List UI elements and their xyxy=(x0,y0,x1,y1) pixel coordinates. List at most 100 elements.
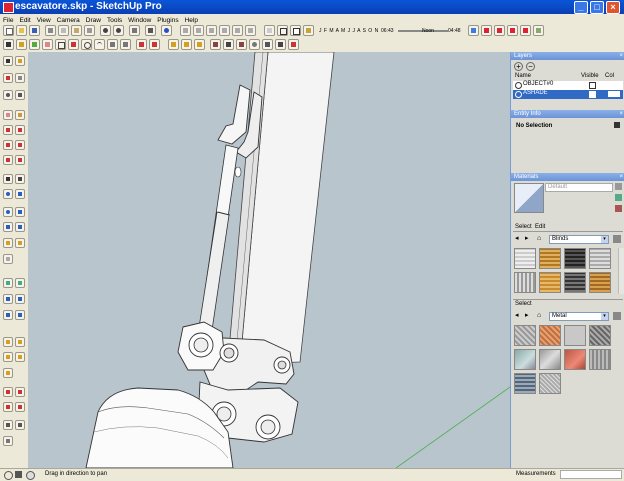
material-swatch[interactable] xyxy=(564,248,586,269)
freehand-icon[interactable] xyxy=(120,39,131,50)
freehand-tool-icon[interactable] xyxy=(15,73,25,83)
follow-me-icon[interactable] xyxy=(181,39,192,50)
scale-icon[interactable] xyxy=(194,39,205,50)
sample-paint-icon[interactable] xyxy=(615,205,622,212)
active-layer-radio[interactable] xyxy=(515,82,522,89)
warehouse-icon[interactable] xyxy=(3,402,13,412)
left-view-icon[interactable] xyxy=(245,25,256,36)
select-icon[interactable] xyxy=(3,56,13,66)
material-swatch[interactable] xyxy=(564,349,586,370)
line-icon[interactable] xyxy=(68,39,79,50)
styles-icon[interactable] xyxy=(520,25,531,36)
zoom-tool-icon[interactable] xyxy=(3,207,13,217)
material-category-select[interactable]: Blinds ▾ xyxy=(549,235,609,244)
undo-icon[interactable] xyxy=(100,25,111,36)
material-swatch[interactable] xyxy=(539,325,561,346)
share-model-icon[interactable] xyxy=(15,402,25,412)
union-icon[interactable] xyxy=(15,352,25,362)
axes-icon[interactable] xyxy=(275,39,286,50)
section-plane-icon[interactable] xyxy=(3,278,13,288)
xray-icon[interactable] xyxy=(264,25,275,36)
layers-col-name[interactable]: Name xyxy=(515,73,531,79)
material-swatch[interactable] xyxy=(514,349,536,370)
cut-icon[interactable] xyxy=(45,25,56,36)
material-swatch[interactable] xyxy=(589,248,611,269)
right-view-icon[interactable] xyxy=(219,25,230,36)
home-icon[interactable]: ⌂ xyxy=(537,235,545,243)
components-icon[interactable] xyxy=(507,25,518,36)
offset-tool-icon[interactable] xyxy=(15,155,25,165)
orbit-tool-icon[interactable] xyxy=(3,189,13,199)
back-arrow-icon[interactable]: ◂ xyxy=(515,235,523,243)
arc-icon[interactable] xyxy=(94,39,105,50)
paste-icon[interactable] xyxy=(71,25,82,36)
wireframe-icon[interactable] xyxy=(277,25,288,36)
scrollbar[interactable] xyxy=(618,248,624,294)
position-camera-icon[interactable] xyxy=(3,238,13,248)
home-icon[interactable]: ⌂ xyxy=(537,312,545,320)
geo-location-icon[interactable] xyxy=(3,387,13,397)
paint-bucket-icon[interactable] xyxy=(29,39,40,50)
layer-manager-icon[interactable] xyxy=(468,25,479,36)
make-component-icon[interactable] xyxy=(16,39,27,50)
model-info-icon[interactable] xyxy=(145,25,156,36)
iso-view-icon[interactable] xyxy=(180,25,191,36)
active-layer-radio[interactable] xyxy=(515,91,522,98)
paint-tool-icon[interactable] xyxy=(15,110,25,120)
line-tool-icon[interactable] xyxy=(3,73,13,83)
move-icon[interactable] xyxy=(136,39,147,50)
details-icon[interactable] xyxy=(614,122,620,128)
shaded-icon[interactable] xyxy=(303,25,314,36)
previous-view-icon[interactable] xyxy=(15,222,25,232)
save-icon[interactable] xyxy=(29,25,40,36)
tape-measure-icon[interactable] xyxy=(223,39,234,50)
details-icon[interactable] xyxy=(613,235,621,243)
top-view-icon[interactable] xyxy=(193,25,204,36)
material-swatch[interactable] xyxy=(564,272,586,293)
toggle-terrain-icon[interactable] xyxy=(15,387,25,397)
sandbox-icon[interactable] xyxy=(15,278,25,288)
open-folder-icon[interactable] xyxy=(16,25,27,36)
dimension-icon[interactable] xyxy=(236,39,247,50)
copy-icon[interactable] xyxy=(58,25,69,36)
credits-icon[interactable] xyxy=(15,471,22,478)
create-material-icon[interactable] xyxy=(615,194,622,201)
back-arrow-icon[interactable]: ◂ xyxy=(515,312,523,320)
circle-tool-icon[interactable] xyxy=(3,90,13,100)
arc-tool-icon[interactable] xyxy=(15,90,25,100)
intersect-icon[interactable] xyxy=(3,352,13,362)
shadow-months[interactable]: J F M A M J J A S O N D xyxy=(319,26,379,44)
redo-icon[interactable] xyxy=(113,25,124,36)
material-swatch[interactable] xyxy=(539,349,561,370)
dimension-tool-icon[interactable] xyxy=(15,174,25,184)
chevron-down-icon[interactable]: ▾ xyxy=(601,236,608,243)
tab-select[interactable]: Select xyxy=(515,224,532,230)
materials-panel-icon[interactable] xyxy=(533,25,544,36)
close-icon[interactable]: × xyxy=(619,110,623,118)
move-tool-icon[interactable] xyxy=(3,140,13,150)
rotate-icon[interactable] xyxy=(168,39,179,50)
minimize-button[interactable]: _ xyxy=(574,1,588,14)
material-swatch[interactable] xyxy=(539,272,561,293)
add-detail-icon[interactable] xyxy=(15,310,25,320)
display-secondary-icon[interactable] xyxy=(615,183,622,190)
measurements-input[interactable] xyxy=(560,470,622,479)
close-icon[interactable]: × xyxy=(619,173,623,181)
new-file-icon[interactable] xyxy=(3,25,14,36)
add-layer-icon[interactable]: + xyxy=(514,62,523,71)
material-swatch[interactable] xyxy=(589,272,611,293)
subtract-icon[interactable] xyxy=(3,368,13,378)
layers-header[interactable]: Layers × xyxy=(511,52,624,60)
eraser-icon[interactable] xyxy=(42,39,53,50)
help-icon[interactable] xyxy=(26,471,35,480)
materials-header[interactable]: Materials × xyxy=(511,173,624,181)
layers-col-color[interactable]: Col xyxy=(605,73,614,79)
push-pull-icon[interactable] xyxy=(149,39,160,50)
print-icon[interactable] xyxy=(129,25,140,36)
material-swatch[interactable] xyxy=(514,373,536,394)
material-name-field[interactable]: Default xyxy=(548,184,567,190)
zoom-window-icon[interactable] xyxy=(15,207,25,217)
front-view-icon[interactable] xyxy=(206,25,217,36)
select-arrow-icon[interactable] xyxy=(3,39,14,50)
edge-tool-icon[interactable] xyxy=(3,337,13,347)
